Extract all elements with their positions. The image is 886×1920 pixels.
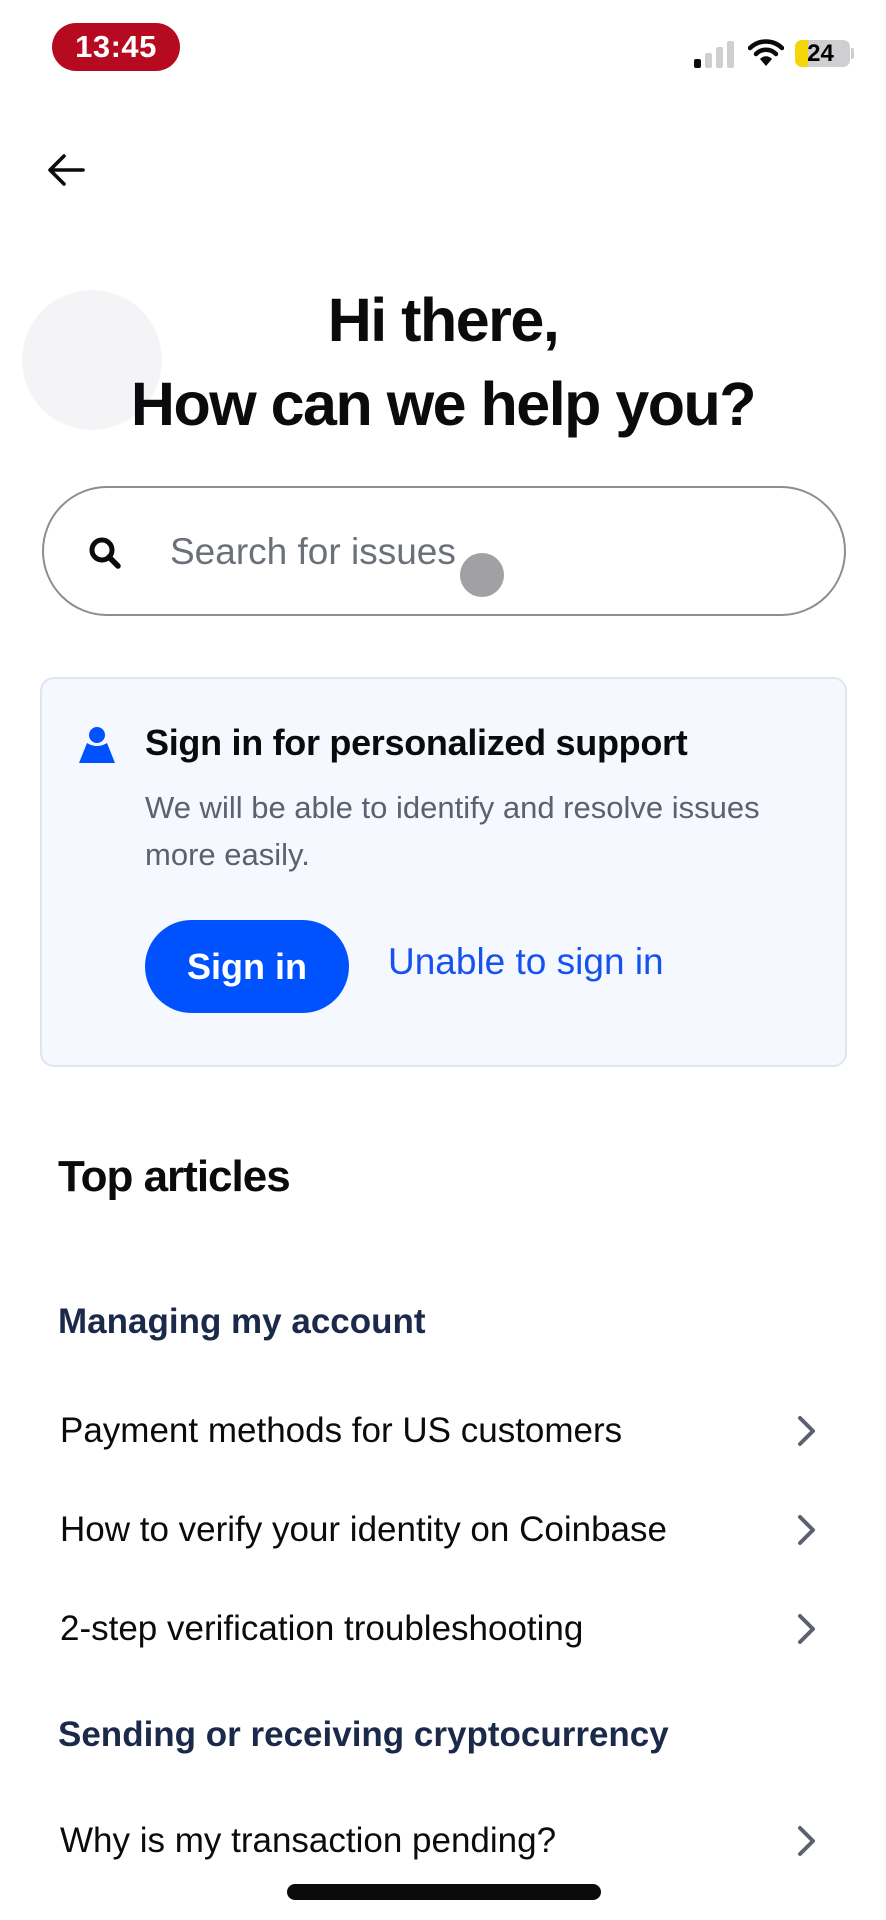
- search-icon: [89, 537, 121, 569]
- category-heading: Managing my account: [58, 1302, 426, 1341]
- article-label: How to verify your identity on Coinbase: [60, 1510, 667, 1549]
- touch-indicator: [460, 553, 504, 597]
- article-item[interactable]: 2-step verification troubleshooting: [40, 1589, 846, 1669]
- article-label: 2-step verification troubleshooting: [60, 1609, 584, 1648]
- article-item[interactable]: Why is my transaction pending?: [40, 1801, 846, 1881]
- wifi-icon: [748, 39, 784, 66]
- battery-tip: [851, 48, 854, 59]
- signal-bar-3: [716, 47, 723, 68]
- status-time: 13:45: [52, 23, 180, 71]
- article-label: Why is my transaction pending?: [60, 1821, 557, 1860]
- back-button[interactable]: [40, 148, 92, 192]
- signal-bar-2: [705, 53, 712, 68]
- battery-icon: 24: [795, 40, 850, 67]
- arrow-left-icon: [48, 154, 85, 186]
- home-indicator[interactable]: [287, 1884, 601, 1900]
- signin-card-description: We will be able to identify and resolve …: [145, 790, 760, 872]
- signin-card-title: Sign in for personalized support: [145, 722, 688, 763]
- chevron-right-icon: [798, 1826, 815, 1856]
- article-item[interactable]: Payment methods for US customers: [40, 1391, 846, 1471]
- signal-bar-1: [694, 59, 701, 68]
- article-item[interactable]: How to verify your identity on Coinbase: [40, 1490, 846, 1570]
- battery-level: 24: [807, 40, 834, 67]
- top-articles-heading: Top articles: [58, 1152, 291, 1201]
- signal-bar-4: [727, 41, 734, 68]
- greeting-line: Hi there,: [327, 286, 560, 354]
- cellular-signal-icon: [694, 40, 736, 68]
- page-title: Hi there, How can we help you?: [0, 278, 886, 446]
- chevron-right-icon: [798, 1515, 815, 1545]
- chevron-right-icon: [798, 1614, 815, 1644]
- help-prompt-line: How can we help you?: [130, 370, 757, 438]
- category-heading: Sending or receiving cryptocurrency: [58, 1715, 669, 1754]
- person-icon: [79, 727, 115, 763]
- article-label: Payment methods for US customers: [60, 1411, 623, 1450]
- chevron-right-icon: [798, 1416, 815, 1446]
- sign-in-button[interactable]: Sign in: [145, 920, 349, 1013]
- status-bar: 13:45 24: [0, 0, 886, 96]
- unable-to-sign-in-link[interactable]: Unable to sign in: [388, 941, 664, 983]
